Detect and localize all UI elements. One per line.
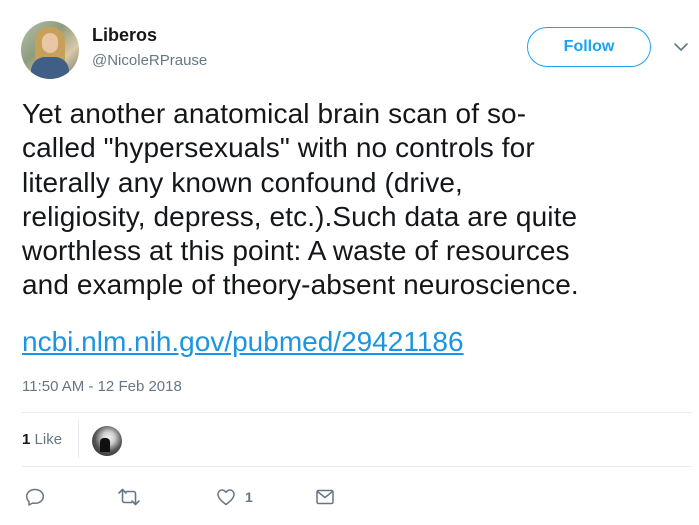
liker-avatar[interactable]: [92, 426, 122, 456]
retweet-button[interactable]: [117, 486, 141, 508]
likes-count: 1: [22, 431, 31, 448]
stats-separator: [78, 420, 79, 458]
tweet-text-line: called "hypersexuals" with no controls f…: [22, 132, 535, 164]
retweet-icon: [117, 486, 141, 508]
author-screen-name[interactable]: @NicoleRPrause: [92, 52, 207, 69]
tweet-text-line: literally any known confound (drive,: [22, 166, 463, 198]
like-button[interactable]: 1: [215, 486, 253, 508]
divider: [22, 412, 692, 413]
follow-button[interactable]: Follow: [527, 27, 651, 67]
tweet-text: Yet another anatomical brain scan of so-…: [22, 97, 690, 303]
heart-icon: [215, 486, 237, 508]
direct-message-button[interactable]: [314, 486, 336, 508]
likes-label: Like: [34, 431, 63, 448]
chevron-down-icon[interactable]: [672, 38, 690, 56]
avatar-face: [42, 33, 58, 53]
tweet-text-line: Yet another anatomical brain scan of so-: [22, 98, 527, 129]
tweet-card: Liberos @NicoleRPrause Follow Yet anothe…: [0, 0, 699, 525]
tweet-text-line: worthless at this point: A waste of reso…: [22, 235, 570, 267]
like-count: 1: [245, 489, 253, 505]
tweet-link[interactable]: ncbi.nlm.nih.gov/pubmed/29421186: [22, 324, 464, 360]
tweet-text-line: religiosity, depress, etc.).Such data ar…: [22, 200, 578, 232]
liker-avatar-figure: [100, 438, 110, 452]
reply-icon: [24, 486, 46, 508]
tweet-timestamp[interactable]: 11:50 AM - 12 Feb 2018: [22, 378, 182, 395]
divider: [22, 466, 692, 467]
likes-stat[interactable]: 1 Like: [22, 431, 62, 448]
author-display-name[interactable]: Liberos: [92, 25, 157, 46]
tweet-text-line: and example of theory-absent neuroscienc…: [22, 269, 579, 301]
author-avatar[interactable]: [21, 21, 79, 79]
envelope-icon: [314, 486, 336, 508]
reply-button[interactable]: [24, 486, 46, 508]
avatar-body: [31, 57, 69, 79]
